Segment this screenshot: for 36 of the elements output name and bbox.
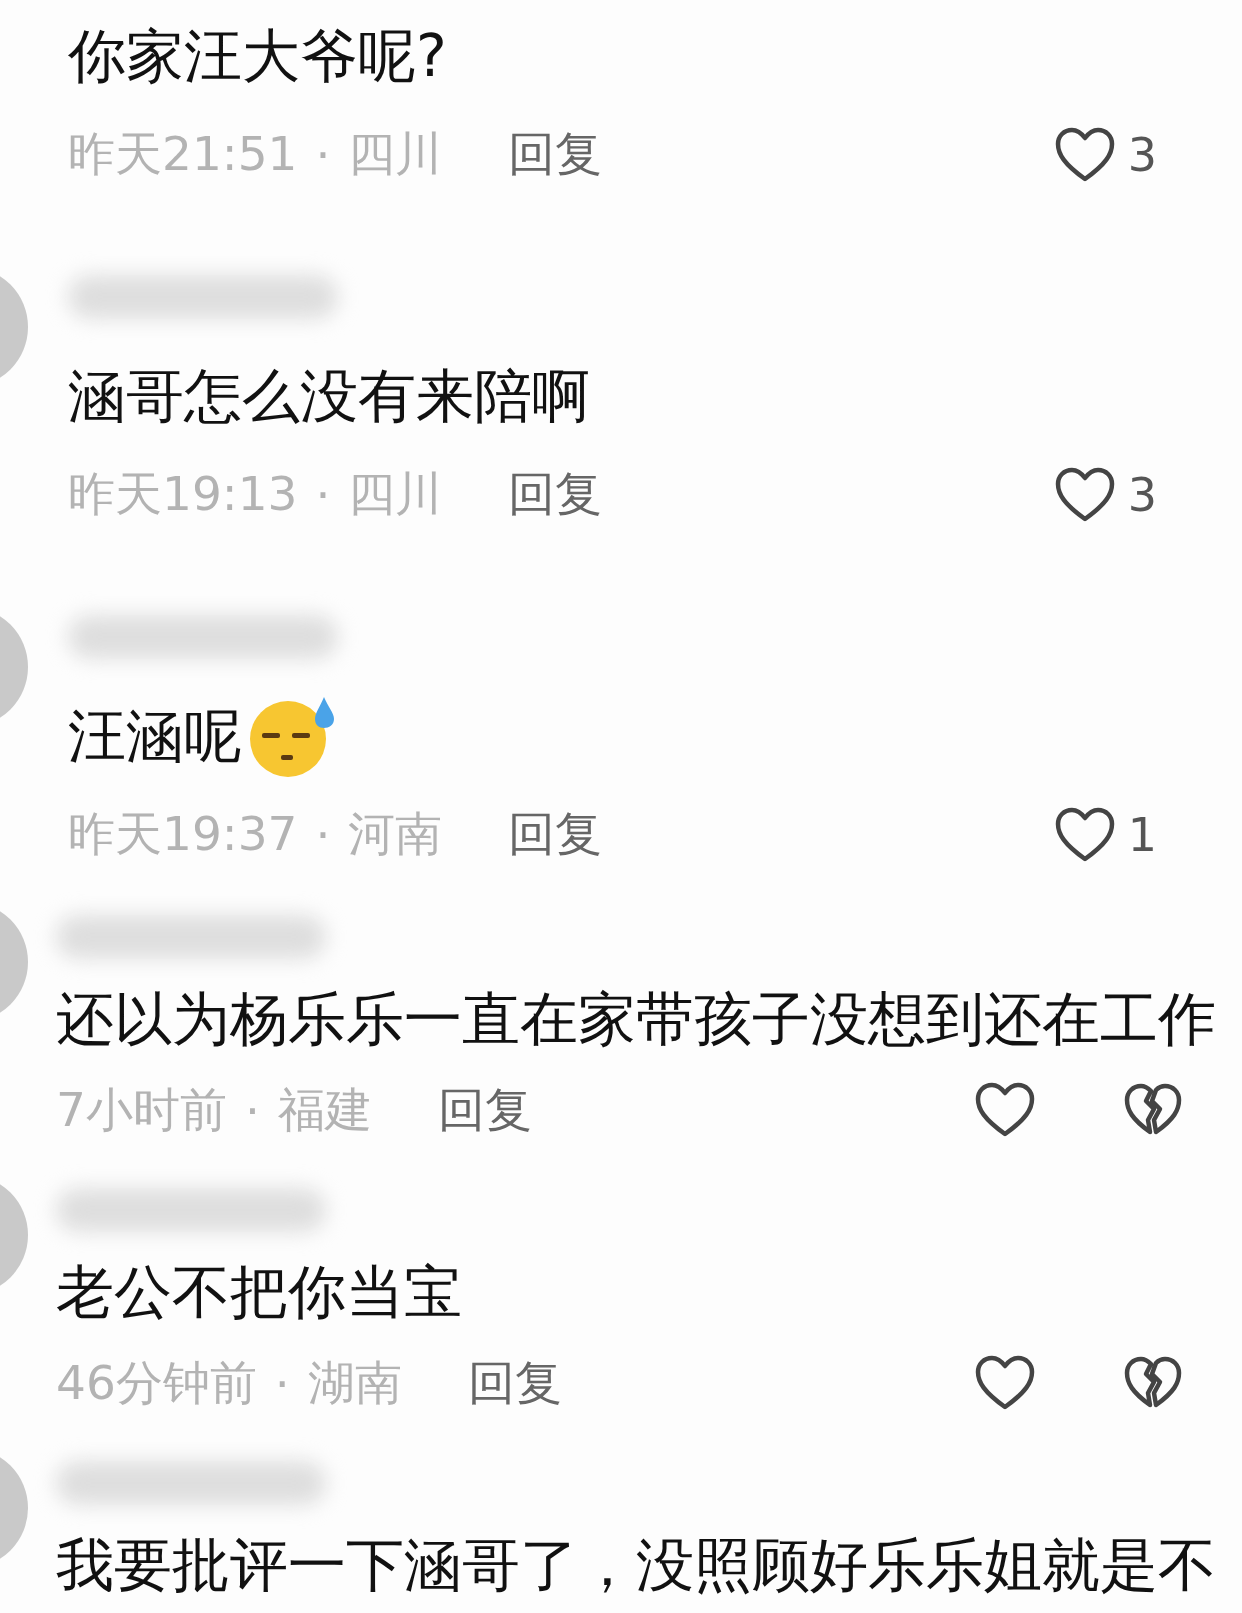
comment-time: 昨天21:51 <box>68 125 298 183</box>
like-count: 3 <box>1127 127 1157 182</box>
comment-time: 昨天19:37 <box>68 805 298 863</box>
heart-icon[interactable] <box>1053 125 1116 184</box>
heart-icon[interactable] <box>974 1354 1036 1412</box>
heart-icon[interactable] <box>1053 465 1116 524</box>
separator-dot: · <box>315 807 331 862</box>
broken-heart-icon[interactable] <box>1124 1083 1182 1137</box>
comment-location: 福建 <box>277 1080 372 1139</box>
separator-dot: · <box>274 1355 290 1411</box>
reply-link[interactable]: 回复 <box>508 123 603 186</box>
comment-text: 你家汪大爷呢? <box>68 21 447 92</box>
comment-location: 河南 <box>348 805 443 863</box>
separator-dot: · <box>244 1082 260 1138</box>
comment-location: 湖南 <box>307 1353 402 1412</box>
separator-dot: · <box>315 467 331 522</box>
reply-link[interactable]: 回复 <box>467 1351 562 1415</box>
like-count: 1 <box>1127 807 1157 862</box>
comment-time: 7小时前 <box>56 1080 227 1139</box>
broken-heart-icon[interactable] <box>1124 1356 1182 1410</box>
reply-link[interactable]: 回复 <box>508 803 603 866</box>
comment-text: 老公不把你当宝 <box>56 1257 462 1328</box>
comment-text: 涵哥怎么没有来陪啊 <box>68 361 590 432</box>
like-count: 3 <box>1127 467 1157 522</box>
heart-icon[interactable] <box>1053 805 1116 864</box>
heart-icon[interactable] <box>974 1081 1036 1139</box>
reply-link[interactable]: 回复 <box>508 463 603 526</box>
comment-time: 46分钟前 <box>56 1353 257 1412</box>
separator-dot: · <box>315 127 331 182</box>
comment-text: 还以为杨乐乐一直在家带孩子没想到还在工作 <box>56 984 1216 1055</box>
comment-text: 汪涵呢 <box>68 701 242 772</box>
comment-location: 四川 <box>348 125 443 183</box>
comment-time: 昨天19:13 <box>68 465 298 523</box>
comment-text: 我要批评一下涵哥了，没照顾好乐乐姐就是不 <box>56 1530 1216 1601</box>
reply-link[interactable]: 回复 <box>437 1078 532 1142</box>
comment-location: 四川 <box>348 465 443 523</box>
